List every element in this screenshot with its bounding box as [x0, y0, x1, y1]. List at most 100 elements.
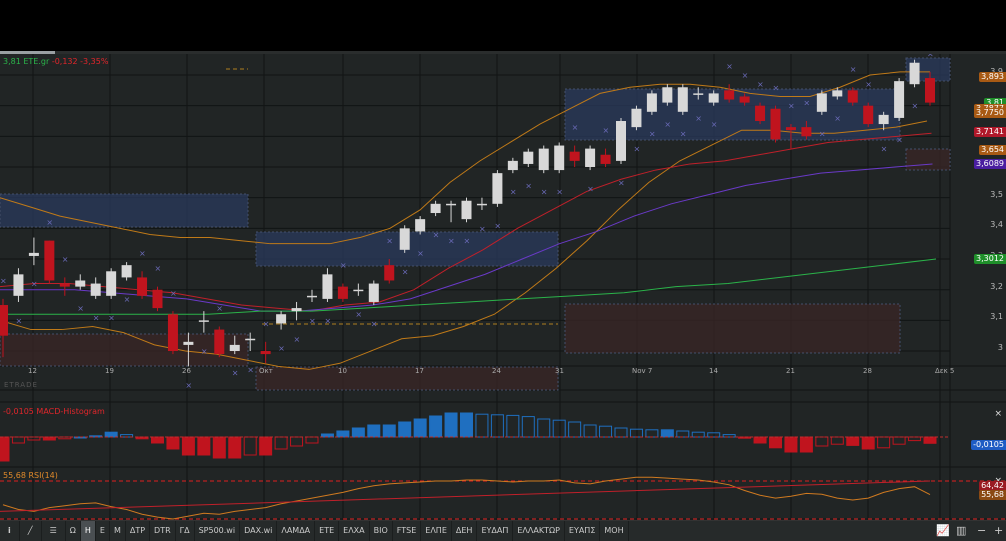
price-tick: 3: [997, 343, 1003, 353]
sar-mark: ×: [494, 221, 501, 230]
zoom-in-icon[interactable]: +: [994, 521, 1003, 541]
toolbar-item[interactable]: FTSE: [393, 521, 422, 541]
chart-type-icon[interactable]: 📈: [936, 521, 950, 541]
candle-body: [739, 96, 750, 103]
candle-body: [229, 344, 240, 352]
sar-mark: ×: [62, 255, 69, 264]
macd-bar: [382, 424, 396, 438]
macd-bar: [923, 436, 937, 444]
toolbar-item[interactable]: ΔTP: [126, 521, 151, 541]
macd-bar: [537, 418, 551, 438]
sar-mark: ×: [201, 347, 208, 356]
toolbar-item[interactable]: DAX.wi: [240, 521, 278, 541]
indicators-icon[interactable]: ☰: [42, 521, 66, 541]
candle-body: [322, 274, 333, 299]
sar-mark: ×: [525, 181, 532, 190]
macd-bar: [243, 436, 257, 456]
macd-bar: [830, 436, 844, 445]
candle-body: [415, 219, 426, 232]
sar-mark: ×: [726, 62, 733, 71]
sar-mark: ×: [556, 188, 563, 197]
macd-bar: [568, 421, 582, 438]
candle-body: [307, 295, 317, 298]
macd-bar: [815, 436, 829, 447]
toolbar-item[interactable]: DTR: [150, 521, 176, 541]
toolbar-item[interactable]: ETE: [315, 521, 340, 541]
toolbar-item[interactable]: ΕΛΧΑ: [339, 521, 370, 541]
candle-body: [276, 314, 287, 324]
toolbar-item[interactable]: BIO: [370, 521, 393, 541]
zoom-out-icon[interactable]: −: [977, 521, 986, 541]
chart-panel[interactable]: × × × × × × × × × × × × × × × × × × × × × × × × × × × × × × × × × × × × × × × ×…: [0, 54, 1006, 520]
candle-body: [44, 240, 55, 281]
date-tick: 14: [709, 367, 718, 375]
toolbar-item[interactable]: E: [96, 521, 110, 541]
sar-mark: ×: [448, 237, 455, 246]
price-tag: 3,893: [979, 72, 1006, 83]
sar-mark: ×: [263, 319, 270, 328]
macd-bar: [259, 436, 273, 456]
date-tick: 26: [182, 367, 191, 375]
toolbar-item[interactable]: ΛΑΜΔΑ: [277, 521, 316, 541]
sar-mark: ×: [402, 267, 409, 276]
toolbar-item[interactable]: ΕΛΠΕ: [421, 521, 452, 541]
candle-body: [291, 308, 302, 312]
sar-mark: ×: [896, 135, 903, 144]
toolbar-item[interactable]: ΕΥΔΑΠ: [477, 521, 514, 541]
sar-mark: ×: [139, 249, 146, 258]
sar-mark: ×: [927, 54, 934, 59]
candle-body: [59, 283, 70, 287]
sar-mark: ×: [757, 80, 764, 89]
macd-bar: [398, 421, 412, 438]
sar-mark: ×: [541, 188, 548, 197]
chart-canvas[interactable]: × × × × × × × × × × × × × × × × × × × × × × × × × × × × × × × × × × × × × × × ×…: [0, 54, 1006, 520]
sar-mark: ×: [912, 102, 919, 111]
candle-body: [245, 338, 256, 341]
candle-body: [646, 93, 657, 112]
toolbar-item[interactable]: SP500.wi: [195, 521, 241, 541]
toolbar-item[interactable]: ΕΥΑΠΣ: [565, 521, 601, 541]
candle-body: [755, 105, 766, 122]
volume-bars-icon[interactable]: ▥: [956, 521, 966, 541]
info-icon[interactable]: i: [0, 521, 20, 541]
sar-mark: ×: [649, 129, 656, 138]
macd-bar: [104, 431, 118, 438]
toolbar-item[interactable]: M: [110, 521, 126, 541]
toolbar-item[interactable]: ΓΔ: [176, 521, 195, 541]
macd-bar: [908, 436, 922, 442]
sar-mark: ×: [773, 83, 780, 92]
date-tick: 28: [863, 367, 872, 375]
candle-body: [662, 87, 673, 103]
candle-body: [121, 265, 132, 278]
macd-bar: [460, 412, 473, 438]
sar-mark: ×: [247, 365, 254, 374]
macd-value-tag: -0,0105: [971, 440, 1006, 450]
sar-mark: ×: [417, 249, 424, 258]
macd-close-icon[interactable]: ×: [994, 409, 1002, 419]
price-tag: 3,7141: [974, 127, 1006, 137]
macd-bar: [290, 436, 304, 447]
toolbar-item[interactable]: ΔΕΗ: [452, 521, 478, 541]
candle-body: [430, 203, 441, 214]
toolbar-item[interactable]: ΜΟΗ: [600, 521, 629, 541]
date-tick: 21: [786, 367, 795, 375]
candle-body: [446, 203, 457, 206]
candle-body: [863, 105, 874, 125]
date-tick: 10: [338, 367, 347, 375]
toolbar-item[interactable]: Ω: [66, 521, 81, 541]
sar-mark: ×: [464, 237, 471, 246]
sar-mark: ×: [433, 230, 440, 239]
toolbar-item[interactable]: H: [80, 521, 96, 541]
sar-mark: ×: [572, 123, 579, 132]
toolbar-item[interactable]: ΕΛΛΑΚΤΩΡ: [513, 521, 565, 541]
candle-body: [214, 329, 225, 355]
macd-bar: [367, 424, 381, 438]
sar-mark: ×: [108, 313, 115, 322]
price-tick: 3,4: [990, 220, 1003, 230]
candle-body: [847, 90, 858, 103]
draw-line-icon[interactable]: ╱: [20, 521, 42, 541]
macd-bar: [305, 436, 319, 444]
candle-body: [600, 154, 611, 164]
candle-body: [90, 283, 101, 296]
sar-mark: ×: [850, 65, 857, 74]
